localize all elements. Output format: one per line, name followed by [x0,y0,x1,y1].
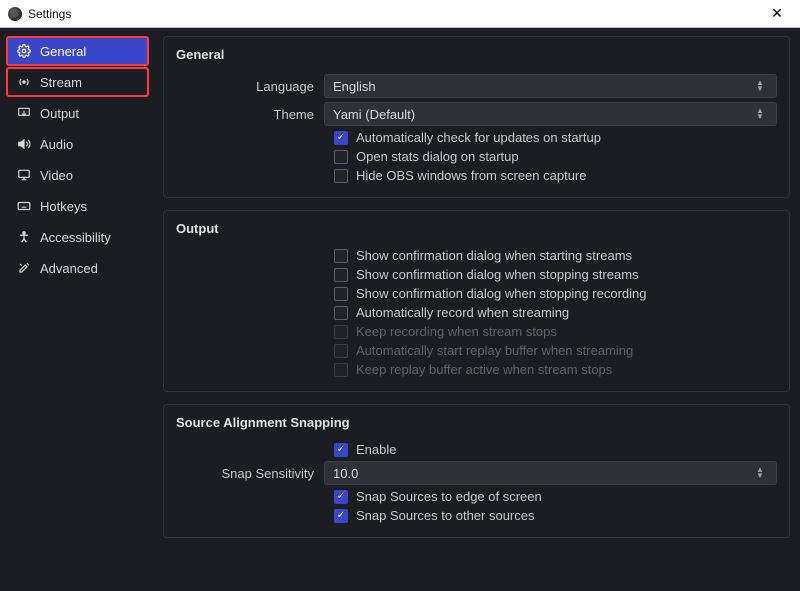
section-title: Output [176,217,777,244]
select-spinner-icon: ▲▼ [752,80,768,92]
sidebar-item-label: Hotkeys [40,199,87,214]
open-stats-checkbox[interactable] [334,150,348,164]
sidebar-item-label: Stream [40,75,82,90]
checkbox-label: Open stats dialog on startup [356,149,519,164]
input-value: 10.0 [333,466,358,481]
display-out-icon [16,105,32,121]
broadcast-icon [16,74,32,90]
confirm-stop-checkbox[interactable] [334,268,348,282]
sidebar-item-label: General [40,44,86,59]
auto-replay-checkbox [334,344,348,358]
monitor-icon [16,167,32,183]
section-title: Source Alignment Snapping [176,411,777,438]
section-title: General [176,43,777,70]
sidebar-item-label: Audio [40,137,73,152]
confirm-start-checkbox[interactable] [334,249,348,263]
language-label: Language [176,79,324,94]
speaker-icon [16,136,32,152]
auto-record-checkbox[interactable] [334,306,348,320]
section-output: Output Show confirmation dialog when sta… [163,210,790,392]
tools-icon [16,260,32,276]
checkbox-label: Keep recording when stream stops [356,324,557,339]
keyboard-icon [16,198,32,214]
snap-edge-checkbox[interactable] [334,490,348,504]
content-panel: General Language English ▲▼ Theme Yam [155,28,800,591]
sidebar-item-video[interactable]: Video [6,160,149,190]
titlebar: Settings ✕ [0,0,800,28]
sidebar-item-hotkeys[interactable]: Hotkeys [6,191,149,221]
sidebar-item-stream[interactable]: Stream [6,67,149,97]
sidebar-item-accessibility[interactable]: Accessibility [6,222,149,252]
gear-icon [16,43,32,59]
sidebar-item-label: Accessibility [40,230,111,245]
snap-sensitivity-label: Snap Sensitivity [176,466,324,481]
sidebar-item-advanced[interactable]: Advanced [6,253,149,283]
keep-recording-checkbox [334,325,348,339]
snap-other-checkbox[interactable] [334,509,348,523]
language-select[interactable]: English ▲▼ [324,74,777,98]
theme-label: Theme [176,107,324,122]
checkbox-label: Show confirmation dialog when stopping r… [356,286,647,301]
snap-enable-checkbox[interactable] [334,443,348,457]
section-snapping: Source Alignment Snapping Enable Snap Se… [163,404,790,538]
app-icon [8,7,22,21]
checkbox-label: Snap Sources to edge of screen [356,489,542,504]
checkbox-label: Snap Sources to other sources [356,508,535,523]
sidebar-item-general[interactable]: General [6,36,149,66]
keep-replay-checkbox [334,363,348,377]
theme-select[interactable]: Yami (Default) ▲▼ [324,102,777,126]
sidebar-item-output[interactable]: Output [6,98,149,128]
select-value: Yami (Default) [333,107,415,122]
confirm-rec-stop-checkbox[interactable] [334,287,348,301]
stepper-icon: ▲▼ [752,467,768,479]
checkbox-label: Show confirmation dialog when starting s… [356,248,632,263]
sidebar-item-label: Output [40,106,79,121]
person-icon [16,229,32,245]
select-spinner-icon: ▲▼ [752,108,768,120]
sidebar: General Stream Output Audio [0,28,155,591]
select-value: English [333,79,376,94]
sidebar-item-audio[interactable]: Audio [6,129,149,159]
checkbox-label: Automatically start replay buffer when s… [356,343,633,358]
checkbox-label: Hide OBS windows from screen capture [356,168,586,183]
close-button[interactable]: ✕ [762,5,792,22]
hide-windows-checkbox[interactable] [334,169,348,183]
section-general: General Language English ▲▼ Theme Yam [163,36,790,198]
checkbox-label: Keep replay buffer active when stream st… [356,362,612,377]
snap-sensitivity-input[interactable]: 10.0 ▲▼ [324,461,777,485]
sidebar-item-label: Video [40,168,73,183]
checkbox-label: Automatically check for updates on start… [356,130,601,145]
checkbox-label: Automatically record when streaming [356,305,569,320]
checkbox-label: Enable [356,442,396,457]
checkbox-label: Show confirmation dialog when stopping s… [356,267,639,282]
sidebar-item-label: Advanced [40,261,98,276]
auto-update-checkbox[interactable] [334,131,348,145]
window-title: Settings [28,7,71,21]
